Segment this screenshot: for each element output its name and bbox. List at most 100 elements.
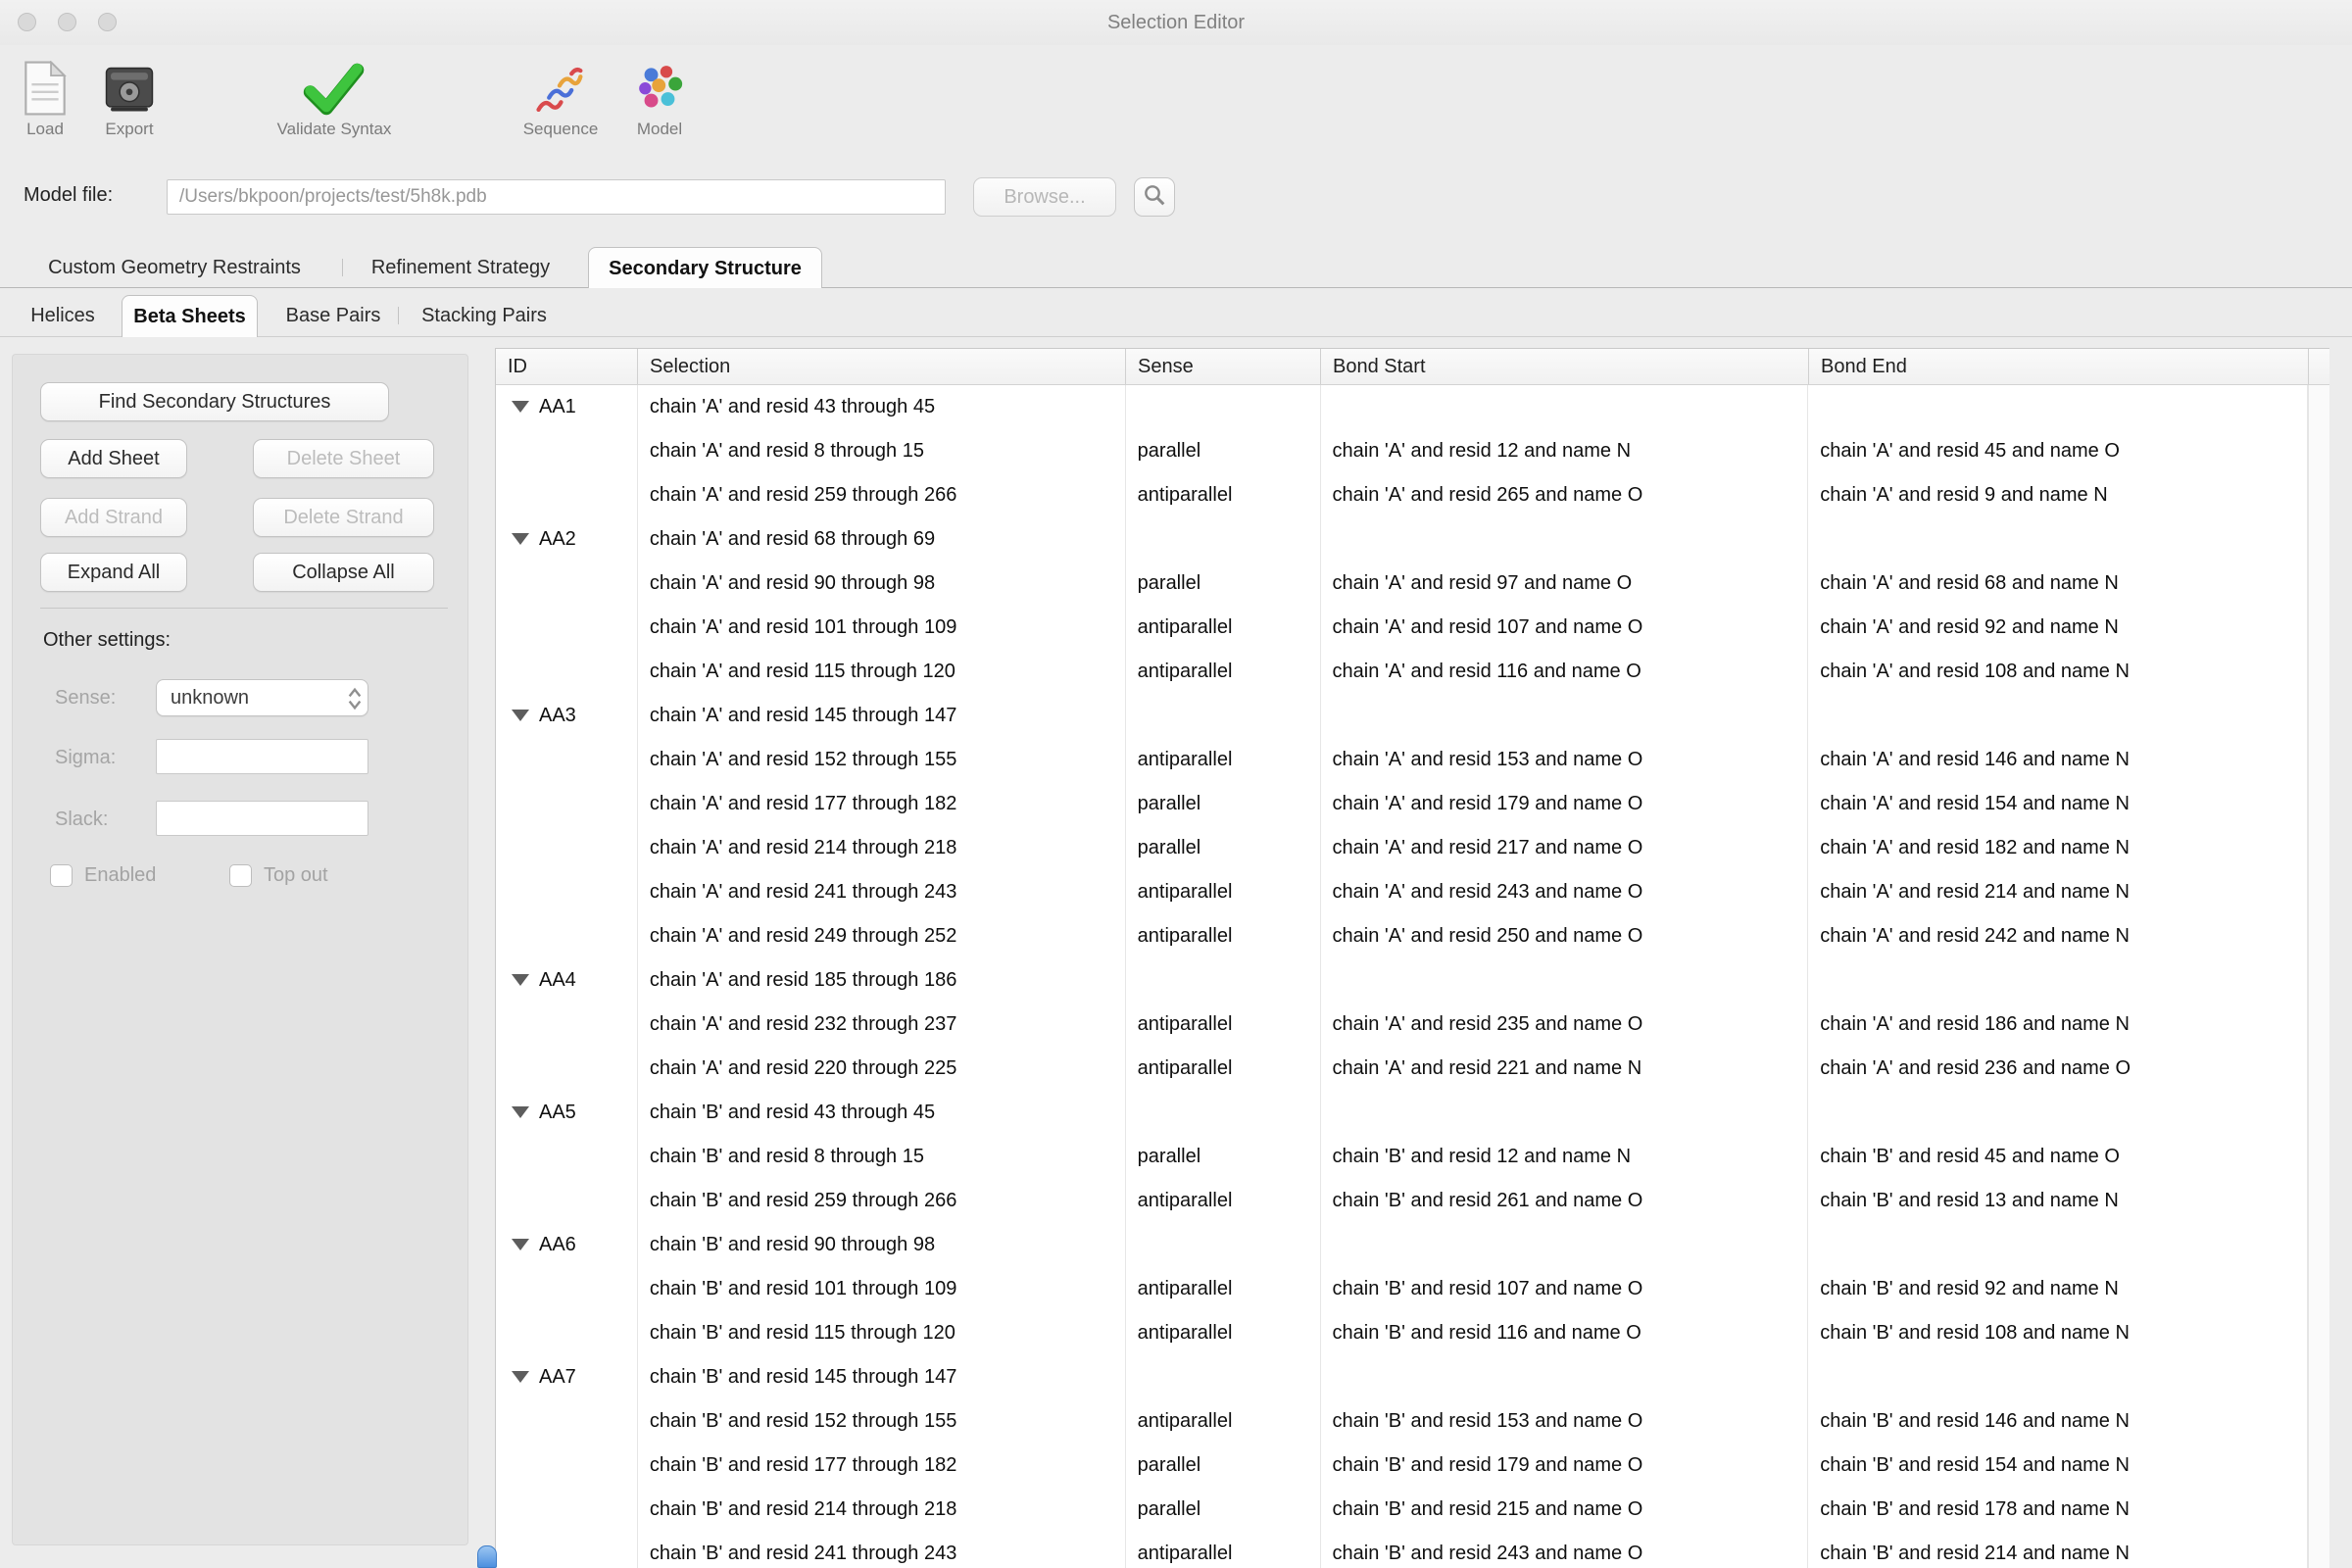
table-row[interactable]: chain 'B' and resid 241 through 243antip… — [496, 1532, 2308, 1568]
tab-refinement-strategy[interactable]: Refinement Strategy — [371, 247, 550, 288]
disclosure-triangle-icon[interactable] — [512, 533, 529, 545]
add-sheet-button[interactable]: Add Sheet — [40, 439, 187, 478]
table-row[interactable]: chain 'B' and resid 8 through 15parallel… — [496, 1135, 2308, 1179]
checkbox-box-icon[interactable] — [229, 864, 252, 887]
sheet-id-label: AA2 — [539, 528, 576, 550]
table-row[interactable]: chain 'A' and resid 241 through 243antip… — [496, 870, 2308, 914]
table-row[interactable]: chain 'B' and resid 101 through 109antip… — [496, 1267, 2308, 1311]
table-row[interactable]: AA7chain 'B' and resid 145 through 147 — [496, 1355, 2308, 1399]
table-row[interactable]: chain 'A' and resid 249 through 252antip… — [496, 914, 2308, 958]
disclosure-triangle-icon[interactable] — [512, 710, 529, 721]
disclosure-triangle-icon[interactable] — [512, 1371, 529, 1383]
export-button[interactable]: Export — [102, 53, 157, 139]
table-row[interactable]: chain 'B' and resid 115 through 120antip… — [496, 1311, 2308, 1355]
vertical-scrollbar[interactable] — [2308, 385, 2329, 1568]
table-row[interactable]: chain 'A' and resid 177 through 182paral… — [496, 782, 2308, 826]
delete-sheet-button[interactable]: Delete Sheet — [253, 439, 434, 478]
stepper-arrows-icon — [347, 687, 363, 715]
disclosure-triangle-icon[interactable] — [512, 974, 529, 986]
table-row[interactable]: chain 'A' and resid 115 through 120antip… — [496, 650, 2308, 694]
table-row[interactable]: chain 'A' and resid 232 through 237antip… — [496, 1003, 2308, 1047]
enabled-checkbox[interactable]: Enabled — [50, 864, 156, 887]
table-row[interactable]: chain 'B' and resid 152 through 155antip… — [496, 1399, 2308, 1444]
model-button[interactable]: Model — [633, 53, 686, 139]
table-row[interactable]: chain 'A' and resid 259 through 266antip… — [496, 473, 2308, 517]
cell-bond-end — [1808, 958, 2308, 1003]
browse-button[interactable]: Browse... — [973, 177, 1116, 217]
cell-selection: chain 'B' and resid 152 through 155 — [638, 1399, 1126, 1444]
title-bar: Selection Editor — [0, 0, 2352, 45]
tab-base-pairs[interactable]: Base Pairs — [286, 295, 381, 337]
delete-strand-button[interactable]: Delete Strand — [253, 498, 434, 537]
controls-panel: Find Secondary Structures Add Sheet Dele… — [12, 354, 468, 1545]
tab-secondary-structure[interactable]: Secondary Structure — [588, 247, 822, 288]
table-row[interactable]: AA1chain 'A' and resid 43 through 45 — [496, 385, 2308, 429]
cell-sense: antiparallel — [1126, 606, 1321, 650]
table-row[interactable]: AA5chain 'B' and resid 43 through 45 — [496, 1091, 2308, 1135]
table-row[interactable]: AA4chain 'A' and resid 185 through 186 — [496, 958, 2308, 1003]
table-row[interactable]: chain 'B' and resid 259 through 266antip… — [496, 1179, 2308, 1223]
sequence-button[interactable]: Sequence — [523, 53, 599, 139]
cell-selection: chain 'A' and resid 101 through 109 — [638, 606, 1126, 650]
tab-stacking-pairs[interactable]: Stacking Pairs — [421, 295, 547, 337]
cell-sense: parallel — [1126, 1488, 1321, 1532]
collapse-all-button[interactable]: Collapse All — [253, 553, 434, 592]
disclosure-triangle-icon[interactable] — [512, 401, 529, 413]
scrollbar-thumb[interactable] — [477, 1545, 497, 1568]
cell-sense: parallel — [1126, 1444, 1321, 1488]
model-file-input[interactable] — [167, 179, 946, 215]
checkbox-box-icon[interactable] — [50, 864, 73, 887]
tab-beta-sheets[interactable]: Beta Sheets — [122, 295, 258, 337]
find-secondary-structures-button[interactable]: Find Secondary Structures — [40, 382, 389, 421]
table-row[interactable]: chain 'A' and resid 214 through 218paral… — [496, 826, 2308, 870]
column-header-bond-end[interactable]: Bond End — [1809, 349, 2309, 384]
top-out-checkbox[interactable]: Top out — [229, 864, 328, 887]
column-header-selection[interactable]: Selection — [638, 349, 1126, 384]
table-row[interactable]: chain 'A' and resid 220 through 225antip… — [496, 1047, 2308, 1091]
cell-id — [496, 782, 638, 826]
cell-selection: chain 'B' and resid 43 through 45 — [638, 1091, 1126, 1135]
disclosure-triangle-icon[interactable] — [512, 1239, 529, 1250]
validate-syntax-button[interactable]: Validate Syntax — [277, 53, 392, 139]
table-row[interactable]: chain 'B' and resid 214 through 218paral… — [496, 1488, 2308, 1532]
cell-bond-end: chain 'B' and resid 178 and name N — [1808, 1488, 2308, 1532]
column-header-bond-start[interactable]: Bond Start — [1321, 349, 1809, 384]
table-row[interactable]: chain 'A' and resid 101 through 109antip… — [496, 606, 2308, 650]
table-row[interactable]: chain 'B' and resid 177 through 182paral… — [496, 1444, 2308, 1488]
cell-id — [496, 738, 638, 782]
cell-bond-start — [1321, 1223, 1809, 1267]
sequence-squiggle-icon — [534, 53, 587, 116]
sense-dropdown[interactable]: unknown — [156, 679, 368, 716]
cell-selection: chain 'A' and resid 115 through 120 — [638, 650, 1126, 694]
cell-bond-end: chain 'A' and resid 182 and name N — [1808, 826, 2308, 870]
cell-id: AA1 — [496, 385, 638, 429]
cell-selection: chain 'A' and resid 214 through 218 — [638, 826, 1126, 870]
sheet-id-label: AA6 — [539, 1234, 576, 1255]
column-header-id[interactable]: ID — [496, 349, 638, 384]
disclosure-triangle-icon[interactable] — [512, 1106, 529, 1118]
tab-custom-geometry-restraints[interactable]: Custom Geometry Restraints — [48, 247, 301, 288]
table-row[interactable]: chain 'A' and resid 90 through 98paralle… — [496, 562, 2308, 606]
table-row[interactable]: chain 'A' and resid 152 through 155antip… — [496, 738, 2308, 782]
expand-all-button[interactable]: Expand All — [40, 553, 187, 592]
cell-id — [496, 870, 638, 914]
cell-bond-end: chain 'B' and resid 108 and name N — [1808, 1311, 2308, 1355]
table-row[interactable]: AA2chain 'A' and resid 68 through 69 — [496, 517, 2308, 562]
table-row[interactable]: AA6chain 'B' and resid 90 through 98 — [496, 1223, 2308, 1267]
table-row[interactable]: chain 'A' and resid 8 through 15parallel… — [496, 429, 2308, 473]
cell-selection: chain 'B' and resid 177 through 182 — [638, 1444, 1126, 1488]
sigma-field[interactable] — [156, 739, 368, 774]
cell-selection: chain 'A' and resid 185 through 186 — [638, 958, 1126, 1003]
load-button[interactable]: Load — [23, 53, 68, 139]
export-label: Export — [105, 120, 153, 139]
column-header-sense[interactable]: Sense — [1126, 349, 1321, 384]
search-button[interactable] — [1134, 177, 1175, 217]
cell-bond-start: chain 'A' and resid 243 and name O — [1321, 870, 1809, 914]
tab-helices[interactable]: Helices — [30, 295, 95, 337]
cell-bond-end: chain 'A' and resid 108 and name N — [1808, 650, 2308, 694]
add-strand-button[interactable]: Add Strand — [40, 498, 187, 537]
slack-field[interactable] — [156, 801, 368, 836]
table-row[interactable]: AA3chain 'A' and resid 145 through 147 — [496, 694, 2308, 738]
cell-bond-start: chain 'A' and resid 116 and name O — [1321, 650, 1809, 694]
cell-bond-end — [1808, 385, 2308, 429]
